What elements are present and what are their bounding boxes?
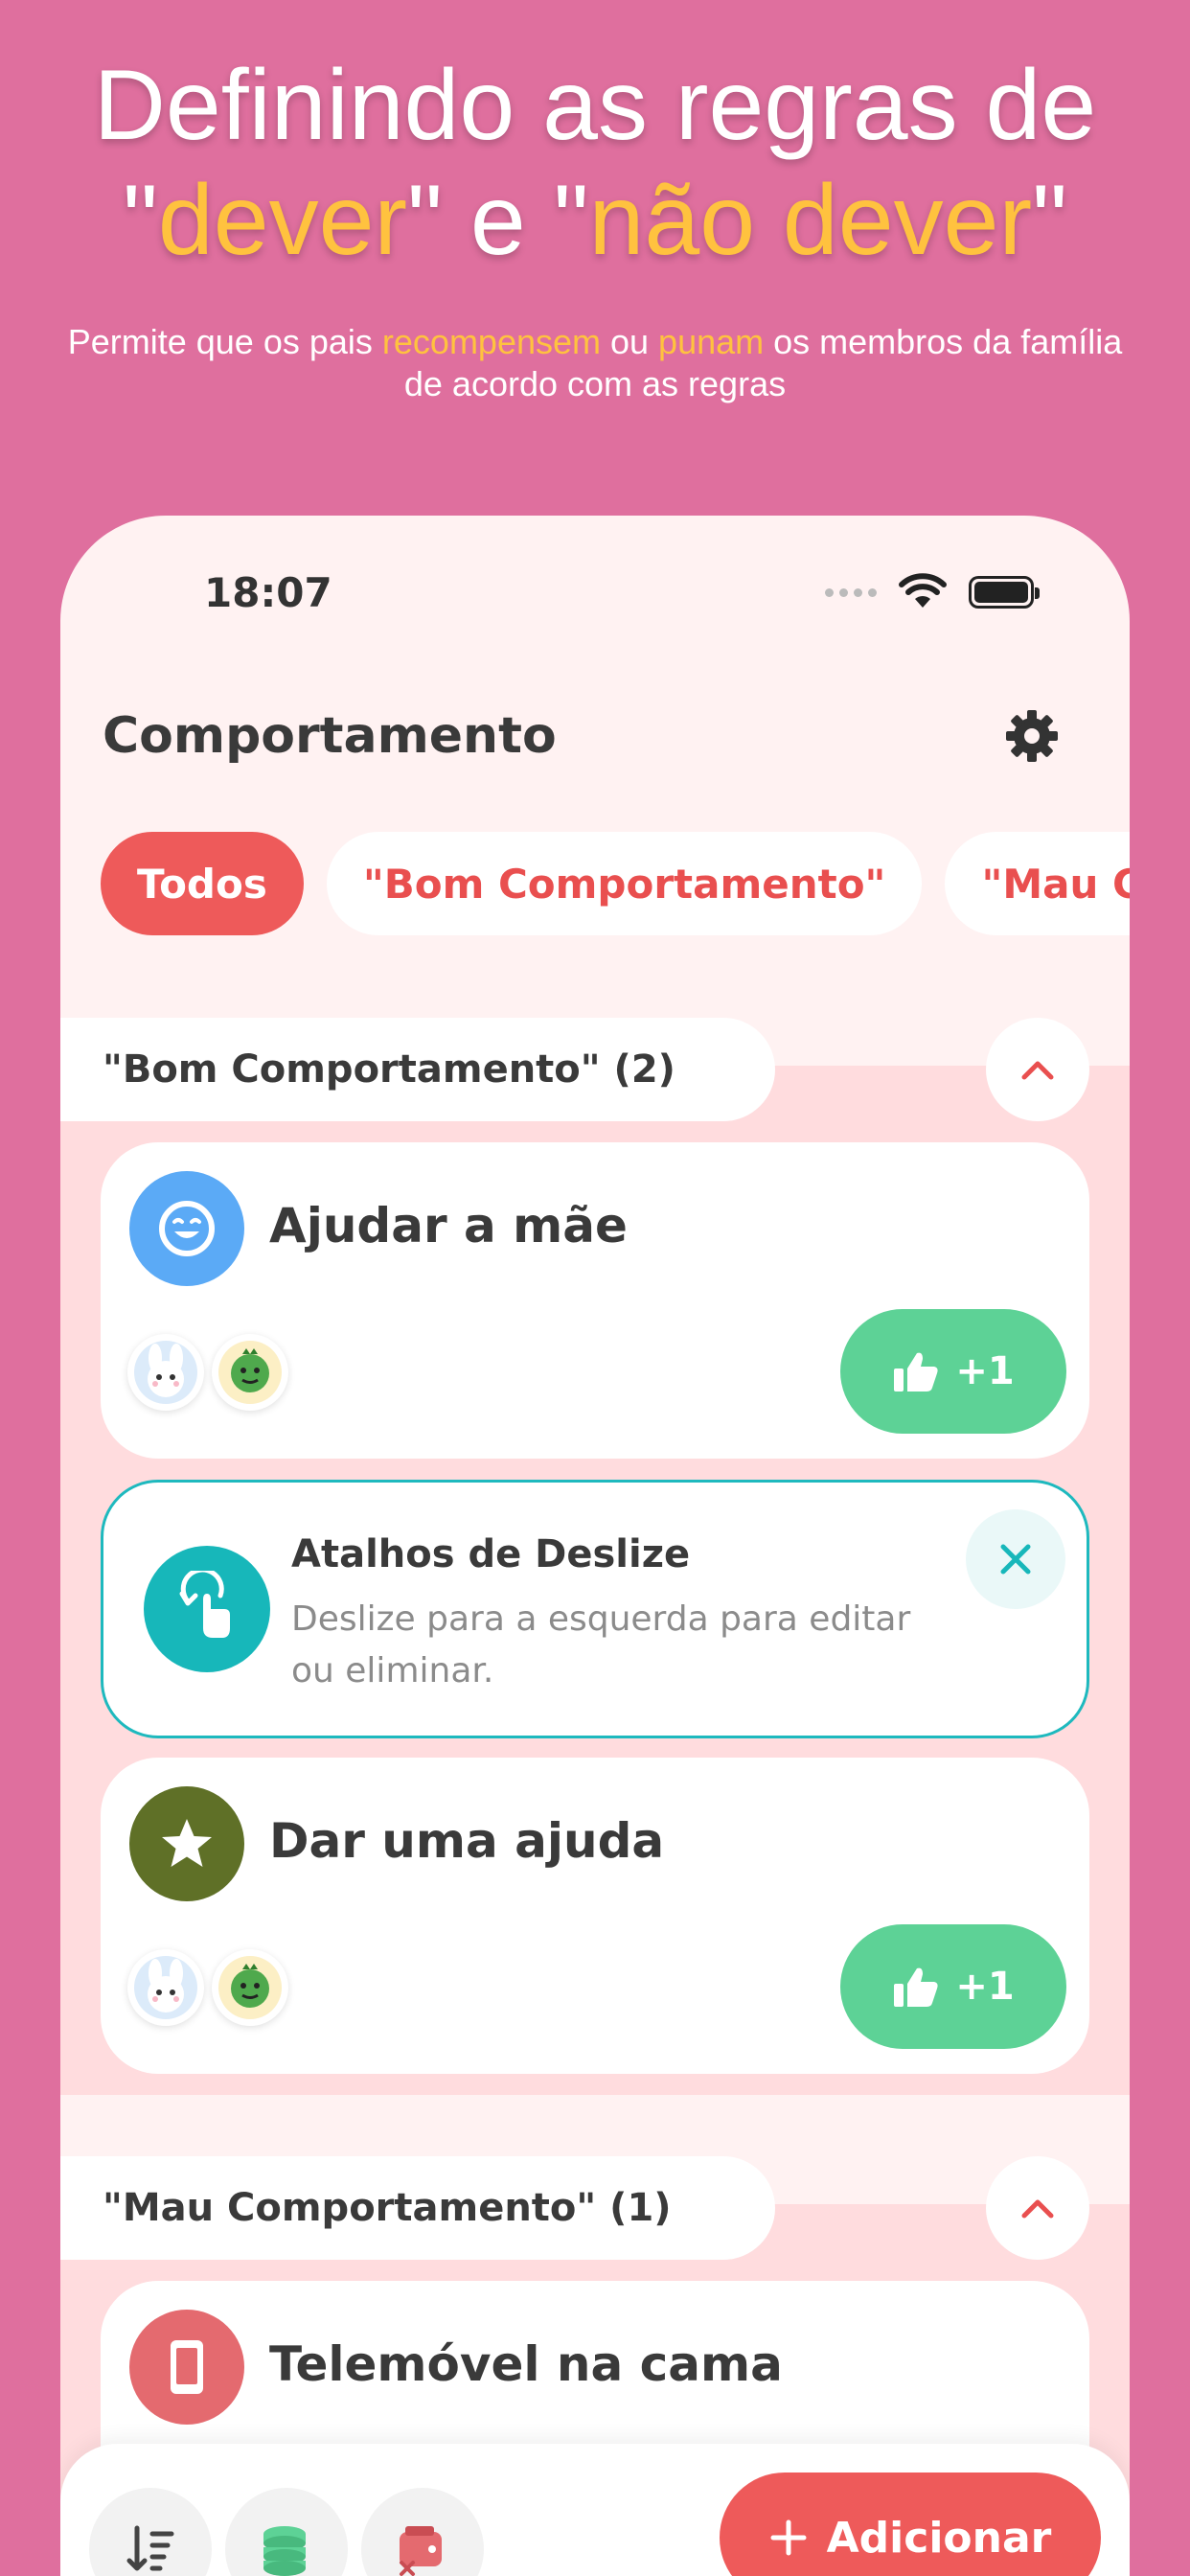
tab-mau-comportamento[interactable]: "Mau Co [945, 832, 1130, 935]
member-avatars [127, 1949, 288, 2026]
quote: " [122, 165, 158, 276]
subline-text: ou [601, 322, 659, 361]
signal-icon [825, 587, 877, 597]
quote: " [1032, 165, 1068, 276]
reward-value: +1 [955, 1965, 1015, 2009]
behavior-title: Dar uma ajuda [269, 1813, 665, 1869]
tip-text: Deslize para a esquerda para editar ou e… [291, 1599, 911, 1690]
page-title: Comportamento [103, 707, 557, 765]
tab-todos[interactable]: Todos [101, 832, 304, 935]
coins-icon [263, 2526, 306, 2576]
plus-icon [770, 2519, 807, 2556]
behavior-title: Telemóvel na cama [269, 2336, 783, 2392]
headline-line-1: Definindo as regras de [93, 50, 1097, 161]
collapse-good-button[interactable] [986, 1018, 1089, 1121]
close-icon [1000, 1544, 1031, 1575]
gear-icon[interactable] [1003, 707, 1061, 765]
avatar-dino [212, 1949, 288, 2026]
thumbs-up-icon [894, 1352, 938, 1392]
promo-subline: Permite que os pais recompensem ou punam… [57, 321, 1133, 405]
coins-button[interactable] [225, 2488, 348, 2576]
battery-icon [969, 576, 1040, 609]
avatar-bunny [127, 1334, 204, 1411]
subline-text: Permite que os pais [67, 322, 382, 361]
phone-screen: 18:07 Comportamento Todos "Bom Comportam… [60, 516, 1130, 2576]
add-button-label: Adicionar [826, 2513, 1052, 2563]
subline-highlight-punam: punam [658, 322, 765, 361]
headline-line-2: "dever" e "não dever" [0, 163, 1190, 278]
swipe-tip-card: Atalhos de Deslize Deslize para a esquer… [101, 1480, 1089, 1738]
tip-title: Atalhos de Deslize [291, 1532, 691, 1576]
wifi-icon [899, 573, 947, 608]
swipe-gesture-icon [144, 1546, 270, 1672]
close-tip-button[interactable] [966, 1509, 1065, 1609]
headline-highlight-dever: dever [157, 165, 408, 276]
reward-button[interactable]: +1 [840, 1924, 1066, 2049]
behavior-card[interactable]: Dar uma ajuda +1 [101, 1758, 1089, 2074]
headline-connector: " e " [407, 165, 589, 276]
status-time: 18:07 [204, 569, 332, 616]
promo-headline: Definindo as regras de "dever" e "não de… [0, 48, 1190, 278]
sort-icon [126, 2525, 174, 2571]
headline-highlight-nao-dever: não dever [588, 165, 1033, 276]
star-icon [129, 1786, 244, 1901]
chevron-up-icon [1021, 2199, 1054, 2219]
chevron-up-icon [1021, 1061, 1054, 1080]
sort-button[interactable] [89, 2488, 212, 2576]
phone-icon [129, 2310, 244, 2425]
collapse-bad-button[interactable] [986, 2156, 1089, 2260]
member-avatars [127, 1334, 288, 1411]
avatar-dino [212, 1334, 288, 1411]
reward-button[interactable]: +1 [840, 1309, 1066, 1434]
add-button[interactable]: Adicionar [720, 2472, 1101, 2576]
thumbs-up-icon [894, 1967, 938, 2007]
bottom-toolbar: Adicionar [60, 2444, 1130, 2576]
behavior-card[interactable]: Ajudar a mãe +1 [101, 1142, 1089, 1459]
avatar-bunny [127, 1949, 204, 2026]
status-icons [825, 573, 1040, 611]
filter-tabs: Todos "Bom Comportamento" "Mau Co [101, 832, 1130, 935]
wallet-cancel-icon [400, 2526, 442, 2576]
section-header-good: "Bom Comportamento" (2) [60, 1018, 775, 1121]
behavior-title: Ajudar a mãe [269, 1198, 628, 1254]
reward-value: +1 [955, 1349, 1015, 1393]
penalty-button[interactable] [361, 2488, 484, 2576]
smiley-icon [129, 1171, 244, 1286]
section-header-bad: "Mau Comportamento" (1) [60, 2156, 775, 2260]
subline-highlight-recompensem: recompensem [381, 322, 601, 361]
tab-bom-comportamento[interactable]: "Bom Comportamento" [326, 832, 923, 935]
